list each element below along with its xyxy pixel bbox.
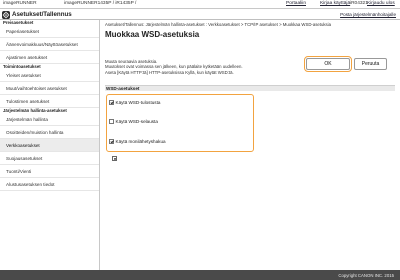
sidebar-item-init-info[interactable]: Alustusasetuksen tiedot <box>0 178 99 191</box>
option-multicast-discovery[interactable]: Käytä monilähetyshakua <box>109 138 166 145</box>
admin-mail-link[interactable]: Posta järjestelmänhoitajalle <box>340 12 396 17</box>
sidebar: Preisasetukset Paperiasetukset Äänenvoim… <box>0 20 100 270</box>
option-wsd-browse[interactable]: Käytä WSD-selausta <box>109 118 158 125</box>
sidebar-item-import-export[interactable]: Tuonti/Vienti <box>0 165 99 178</box>
cancel-button[interactable]: Peruuta <box>354 58 387 70</box>
user-info: iR04321 <box>350 1 368 6</box>
logout-link[interactable]: Kirjaudu ulos <box>367 1 395 6</box>
top-bar: imageRUNNER imageRUNNER1435P / iR1435P /… <box>0 0 400 9</box>
sidebar-item-address-mgmt[interactable]: Osoitteiden/muistion hallinta <box>0 126 99 139</box>
info-text: Muuta seuraavia asetuksia. Muutokset ova… <box>105 59 301 75</box>
option-label: Käytä WSD-selausta <box>115 119 158 124</box>
sidebar-item-other[interactable]: Muut/vaihtoehtoiset asetukset <box>0 82 99 95</box>
page-header: Asetukset/Tallennus Posta järjestelmänho… <box>0 9 400 20</box>
sidebar-item-general[interactable]: Yleiset asetukset <box>0 69 99 82</box>
sidebar-item-system-mgmt[interactable]: Järjestelmän hallinta <box>0 113 99 126</box>
document-icon[interactable] <box>112 156 117 161</box>
option-label: Käytä WSD-tulostusta <box>115 100 161 105</box>
footer: Copyright CANON INC. 2015 <box>0 270 400 280</box>
main-content: Asetukset/Tallennus: Järjestelmän hallin… <box>105 22 395 268</box>
portal-link[interactable]: Portaaliin <box>286 1 306 6</box>
checkbox-wsd-browse[interactable] <box>109 119 114 124</box>
option-wsd-print[interactable]: Käytä WSD-tulostusta <box>109 99 160 106</box>
sidebar-item-paper[interactable]: Paperiasetukset <box>0 25 99 38</box>
checkbox-wsd-print[interactable] <box>109 100 114 105</box>
device-model: imageRUNNER1435P / iR1435P / <box>64 1 137 6</box>
copyright-text: Copyright CANON INC. 2015 <box>338 272 394 278</box>
sidebar-item-printer[interactable]: Tulostimen asetukset <box>0 95 99 108</box>
wsd-options-group: Käytä WSD-tulostusta Käytä WSD-selausta … <box>106 94 254 152</box>
info-line: Aseta [Käytä HTTP:tä] HTTP-asetuksissa K… <box>105 69 234 75</box>
ok-button[interactable]: OK <box>304 56 352 72</box>
sidebar-item-timer[interactable]: Ajastimen asetukset <box>0 51 99 64</box>
user-logout-link[interactable]: Kirjaa käyttäjä <box>320 1 350 6</box>
sidebar-item-volume-display[interactable]: Äänenvoimakkuus/Näyttöasetukset <box>0 38 99 51</box>
settings-gear-icon <box>2 10 10 19</box>
sidebar-item-security[interactable]: Suojausasetukset <box>0 152 99 165</box>
wsd-section-header: WSD-asetukset <box>105 85 395 91</box>
option-label: Käytä monilähetyshakua <box>115 139 166 144</box>
page-title: Muokkaa WSD-asetuksia <box>105 29 200 39</box>
checkbox-multicast-discovery[interactable] <box>109 139 114 144</box>
sidebar-item-network[interactable]: Verkkoasetukset <box>0 139 99 152</box>
brand-name: imageRUNNER <box>3 1 37 6</box>
page-header-title: Asetukset/Tallennus <box>12 10 72 18</box>
breadcrumb: Asetukset/Tallennus: Järjestelmän hallin… <box>105 22 332 27</box>
